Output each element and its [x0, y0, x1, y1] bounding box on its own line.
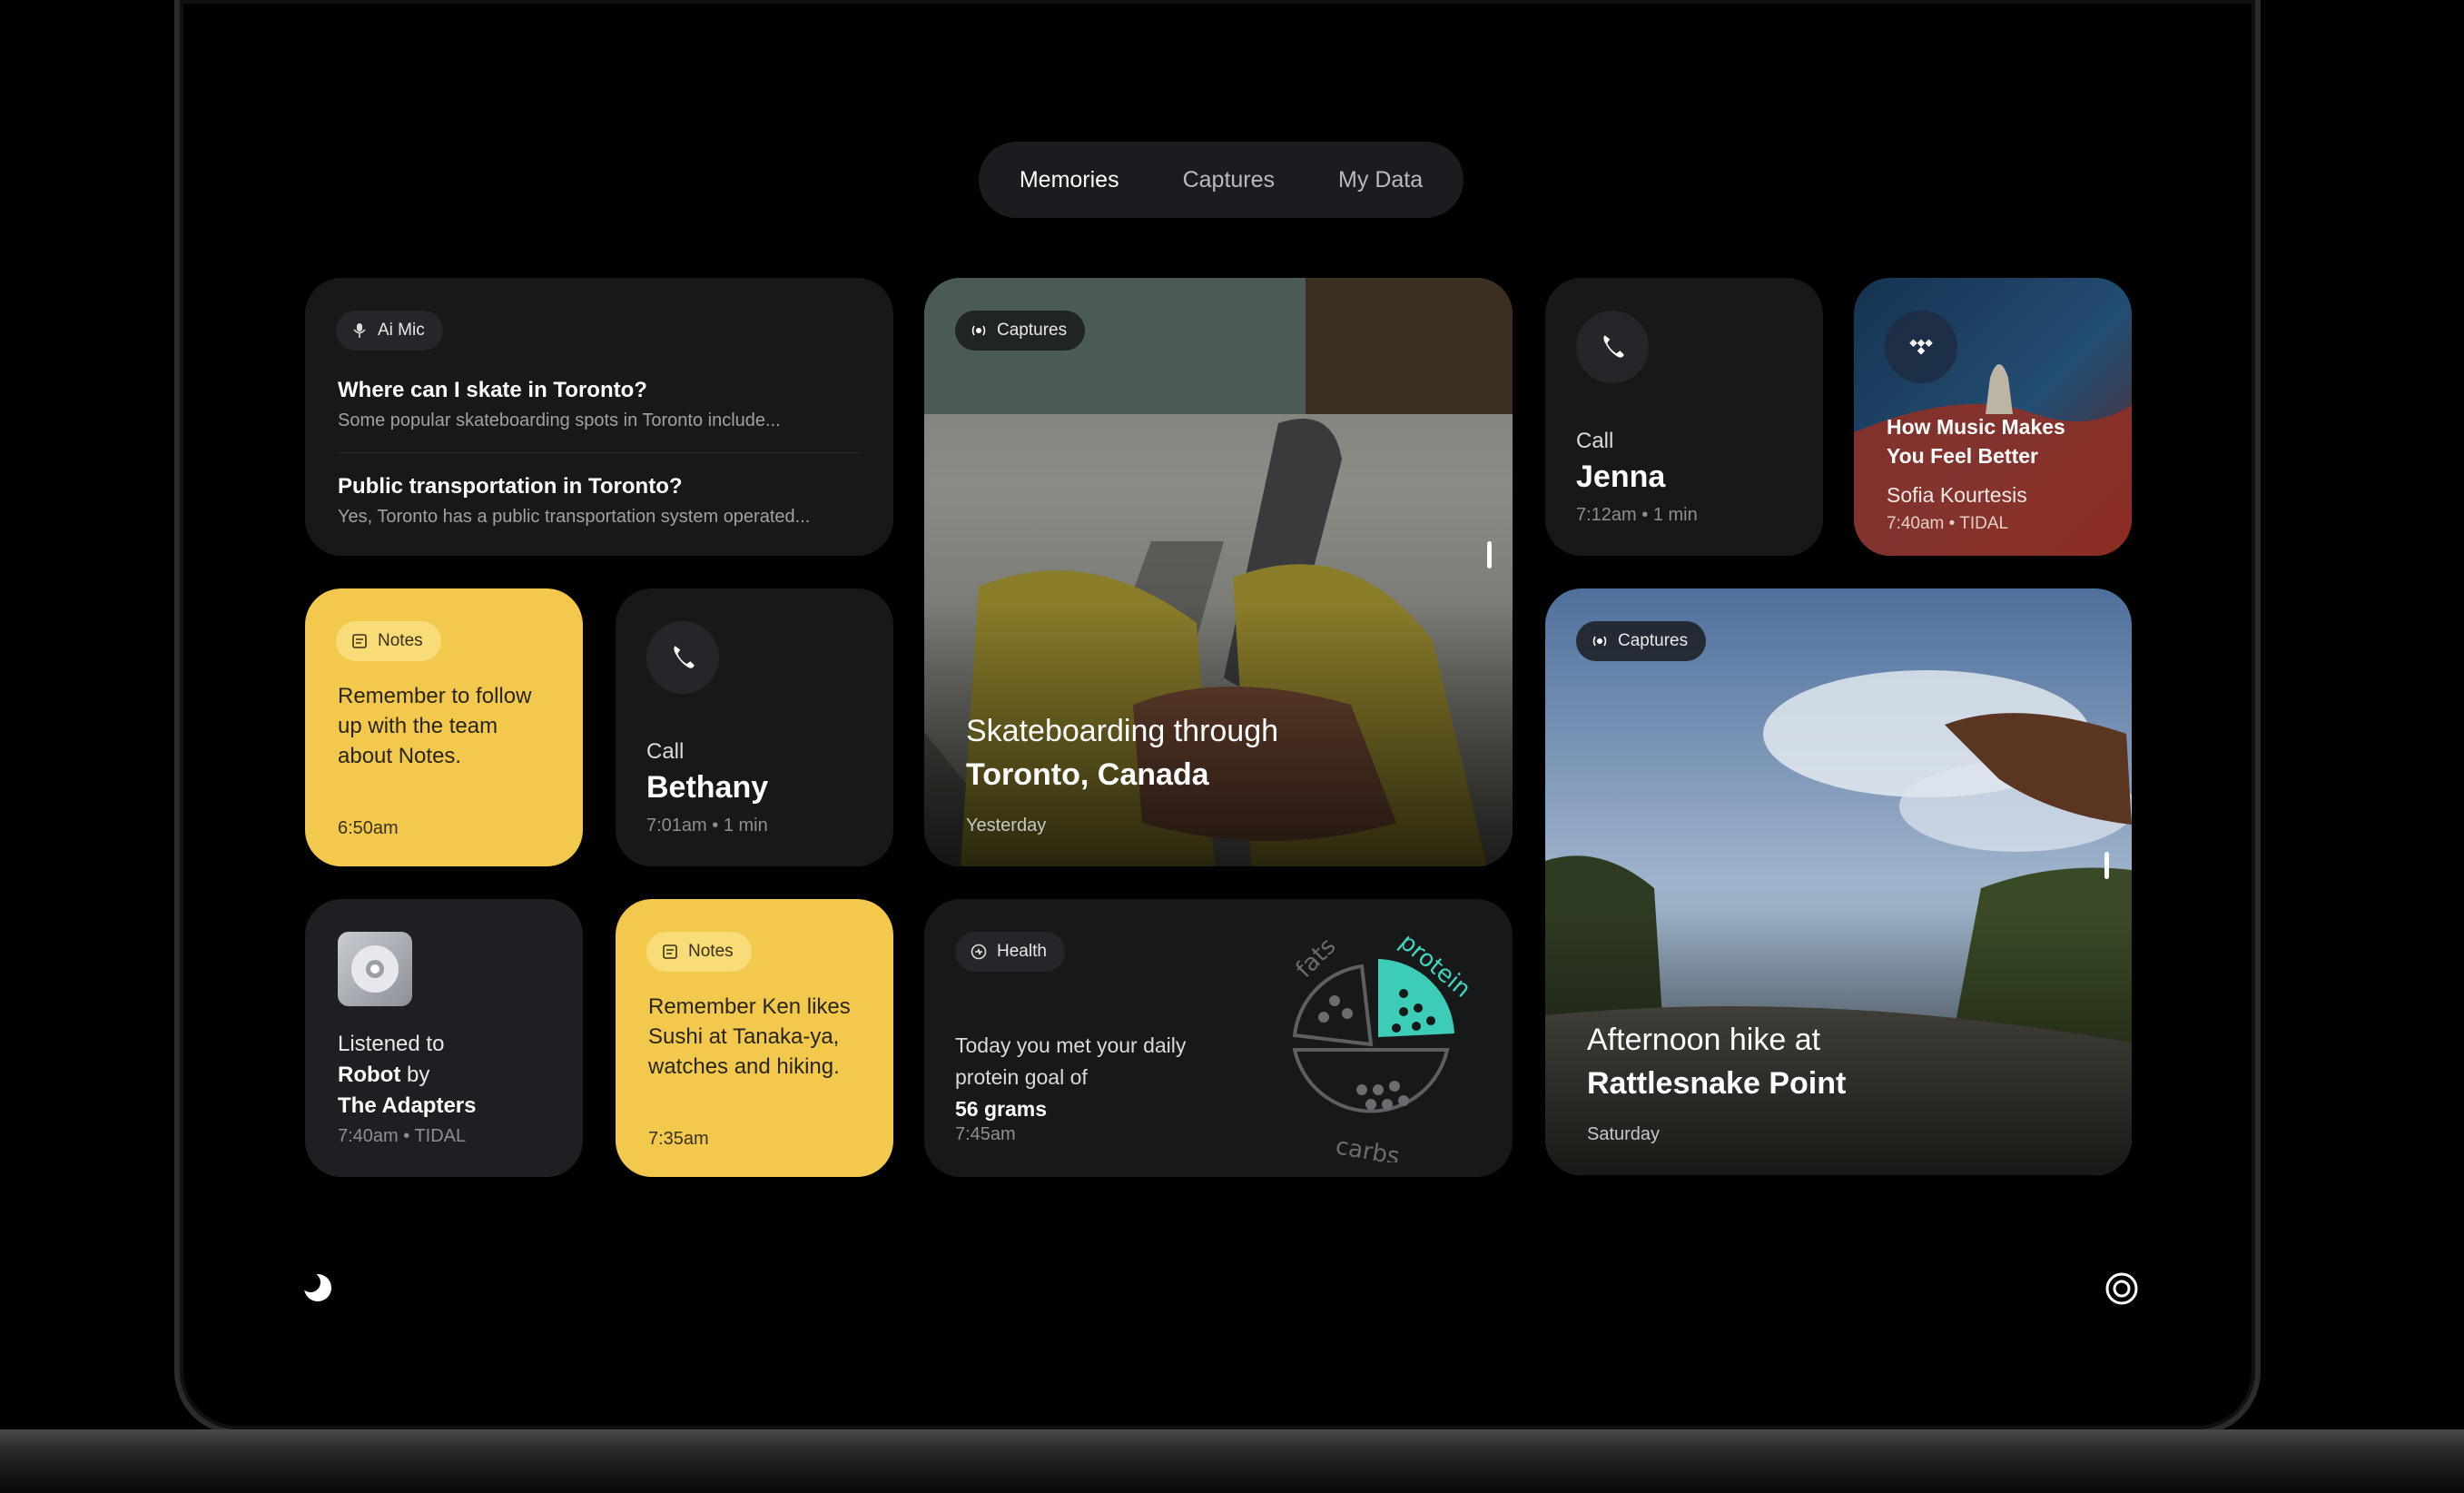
listened-card[interactable]: Listened to Robot by The Adapters 7:40am… — [305, 899, 583, 1177]
chip-label: Notes — [688, 942, 734, 961]
capture-icon — [1592, 636, 1607, 647]
notes-icon — [352, 634, 367, 648]
phone-icon — [1603, 335, 1624, 358]
listened-song-line: Robot by — [338, 1063, 429, 1088]
chip-label: Captures — [1618, 631, 1689, 650]
moon-icon[interactable] — [301, 1271, 334, 1304]
chip-label: Captures — [997, 321, 1068, 340]
divider — [338, 452, 861, 453]
health-time: 7:45am — [955, 1124, 1016, 1144]
capture-date: Saturday — [1587, 1124, 1661, 1144]
protein-goal: 56 grams — [955, 1097, 1048, 1121]
capture-title-line1: Afternoon hike at — [1587, 1023, 1821, 1057]
call-meta: 7:01am • 1 min — [646, 816, 768, 835]
capture-icon — [971, 325, 986, 336]
capture-title-line2: Rattlesnake Point — [1587, 1066, 1847, 1101]
note-text: Remember to follow up with the team abou… — [338, 684, 532, 768]
note-text: Remember Ken likes Sushi at Tanaka-ya, w… — [648, 994, 851, 1079]
hike-capture-card[interactable]: Captures Afternoon hike at Rattlesnake P… — [1545, 588, 2132, 1175]
health-text: Today you met your daily protein goal of… — [955, 1030, 1191, 1125]
tidal-icon — [1909, 339, 1933, 355]
note-card-2[interactable]: Notes Remember Ken likes Sushi at Tanaka… — [616, 899, 893, 1177]
health-icon — [971, 944, 987, 960]
captures-chip: Captures — [1576, 621, 1707, 661]
music-artist: Sofia Kourtesis — [1887, 483, 2027, 507]
ai-answer-1: Some popular skateboarding spots in Toro… — [338, 410, 781, 430]
chip-label: Health — [997, 942, 1047, 961]
chip-label: Ai Mic — [378, 321, 425, 340]
captures-chip: Captures — [955, 311, 1086, 351]
capture-title-line1: Skateboarding through — [966, 714, 1279, 748]
note-time: 6:50am — [338, 818, 399, 838]
health-card[interactable]: Health Today you met your daily protein … — [924, 899, 1513, 1177]
phone-icon — [674, 646, 695, 668]
ai-answer-2: Yes, Toronto has a public transportation… — [338, 507, 811, 527]
notes-icon — [663, 944, 677, 959]
tidal-icon-container — [1885, 311, 1957, 383]
capture-title-line2: Toronto, Canada — [966, 757, 1209, 792]
ai-question-1[interactable]: Where can I skate in Toronto? — [338, 378, 647, 403]
caller-name: Jenna — [1576, 460, 1666, 494]
call-label: Call — [646, 739, 685, 764]
music-card[interactable]: How Music Makes You Feel Better Sofia Ko… — [1854, 278, 2132, 556]
skateboarding-capture-card[interactable]: Captures Skateboarding through Toronto, … — [924, 278, 1513, 866]
carbs-label: carbs — [1334, 1132, 1402, 1162]
ai-mic-card[interactable]: Ai Mic Where can I skate in Toronto? Som… — [305, 278, 893, 556]
microphone-icon — [353, 323, 366, 338]
tab-memories[interactable]: Memories — [992, 148, 1147, 212]
capture-date: Yesterday — [966, 816, 1047, 835]
notes-chip: Notes — [646, 932, 752, 972]
tab-my-data[interactable]: My Data — [1311, 148, 1450, 212]
health-summary: Today you met your daily protein goal of — [955, 1033, 1187, 1089]
listen-meta: 7:40am • TIDAL — [338, 1126, 467, 1146]
tab-bar: Memories Captures My Data — [979, 142, 1464, 218]
listened-label: Listened to — [338, 1032, 445, 1056]
ai-mic-chip: Ai Mic — [336, 311, 443, 351]
music-title: How Music Makes You Feel Better — [1887, 415, 2065, 468]
note-card-1[interactable]: Notes Remember to follow up with the tea… — [305, 588, 583, 866]
call-label: Call — [1576, 429, 1614, 453]
cd-icon — [338, 932, 412, 1006]
music-meta: 7:40am • TIDAL — [1887, 514, 2009, 533]
macro-pie-icon: fats protein carbs — [1291, 928, 1476, 1162]
phone-icon-container — [646, 621, 719, 694]
by-label: by — [406, 1063, 430, 1087]
scrub-indicator[interactable] — [2104, 852, 2109, 879]
note-time: 7:35am — [648, 1129, 709, 1149]
notes-chip: Notes — [336, 621, 441, 661]
song-title: Robot — [338, 1063, 401, 1087]
caller-name: Bethany — [646, 770, 769, 805]
health-chip: Health — [955, 932, 1065, 972]
artist-name: The Adapters — [338, 1093, 477, 1118]
laptop-base — [0, 1429, 2464, 1493]
call-meta: 7:12am • 1 min — [1576, 505, 1698, 525]
settings-ring-icon[interactable] — [2104, 1271, 2139, 1306]
scrub-indicator[interactable] — [1487, 541, 1492, 569]
ai-question-2[interactable]: Public transportation in Toronto? — [338, 474, 683, 499]
call-jenna-card[interactable]: Call Jenna 7:12am • 1 min — [1545, 278, 1823, 556]
call-bethany-card[interactable]: Call Bethany 7:01am • 1 min — [616, 588, 893, 866]
chip-label: Notes — [378, 631, 423, 650]
phone-icon-container — [1576, 311, 1649, 383]
tab-captures[interactable]: Captures — [1156, 148, 1302, 212]
